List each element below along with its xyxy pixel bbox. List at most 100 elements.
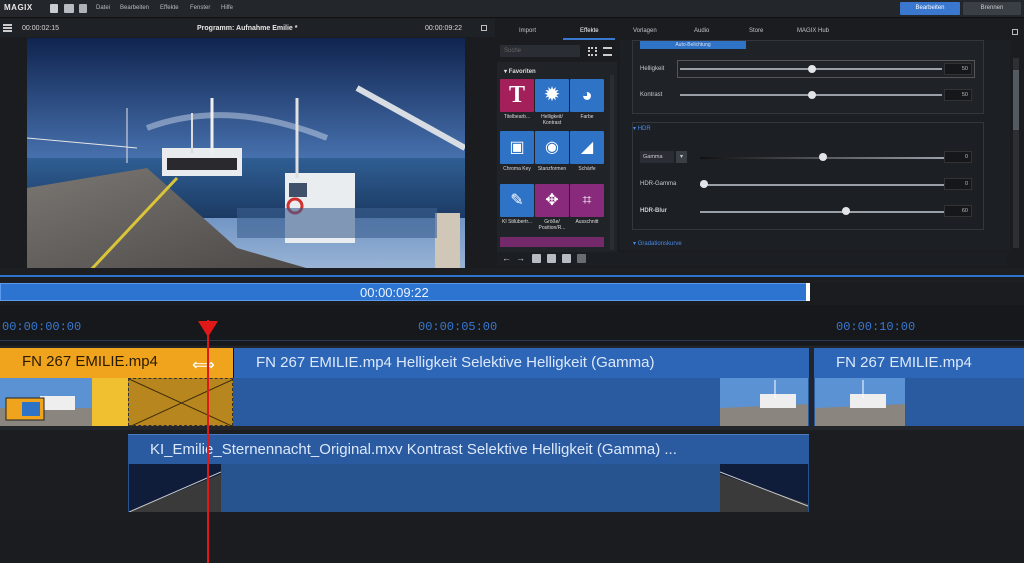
clip1-fade-zone bbox=[92, 378, 128, 426]
save-icon[interactable] bbox=[79, 4, 87, 13]
hdr-gamma-knob[interactable] bbox=[700, 180, 708, 188]
effect-chroma-key[interactable]: ▣ Chroma Key bbox=[500, 131, 534, 179]
menu-bar bbox=[0, 0, 1024, 18]
effect-title-edit[interactable]: T Titelbearb... bbox=[500, 79, 534, 127]
grid-view-icon[interactable] bbox=[588, 47, 597, 56]
clip2-thumbnail bbox=[720, 378, 808, 426]
chevron-down-icon[interactable]: ▾ bbox=[676, 151, 687, 163]
gamma-select[interactable]: Gamma bbox=[640, 151, 674, 163]
effect-color[interactable]: ◕ Farbe bbox=[570, 79, 604, 127]
menu-bearbeiten[interactable]: Bearbeiten bbox=[120, 5, 149, 11]
tab-effekte[interactable]: Effekte bbox=[580, 28, 599, 34]
kontrast-knob[interactable] bbox=[808, 91, 816, 99]
tab-magix-hub[interactable]: MAGIX Hub bbox=[797, 28, 829, 34]
ruler-label-5: 00:00:05:00 bbox=[418, 320, 498, 334]
maximize-panel-icon[interactable] bbox=[1012, 29, 1018, 35]
effect-label: Schärfe bbox=[578, 166, 596, 172]
curve-title: Gradationskurve bbox=[637, 241, 682, 247]
effect-label: Stanzformen bbox=[537, 166, 567, 172]
effect-crop[interactable]: ⌗ Ausschnitt bbox=[570, 184, 604, 232]
hamburger-menu-icon[interactable] bbox=[3, 24, 12, 32]
arrow-left-icon[interactable]: ← bbox=[502, 254, 511, 263]
arrow-right-icon[interactable]: → bbox=[516, 254, 525, 263]
chroma-key-icon: ▣ bbox=[500, 131, 534, 164]
curve-section-header[interactable]: ▾ Gradationskurve bbox=[633, 240, 682, 247]
range-timecode: 00:00:09:22 bbox=[360, 285, 429, 300]
total-timecode: 00:00:09:22 bbox=[425, 25, 462, 32]
playhead-line[interactable] bbox=[207, 320, 209, 563]
clip3-thumbnail bbox=[815, 378, 905, 426]
hdr-blur-knob[interactable] bbox=[842, 207, 850, 215]
tab-vorlagen[interactable]: Vorlagen bbox=[633, 28, 657, 34]
effects-scrollbar[interactable] bbox=[610, 75, 614, 250]
menu-hilfe[interactable]: Hilfe bbox=[221, 5, 233, 11]
trim-cursor-icon: ⟺ bbox=[192, 357, 215, 374]
helligkeit-knob[interactable] bbox=[808, 65, 816, 73]
list-view-icon[interactable] bbox=[603, 47, 612, 56]
tab-store[interactable]: Store bbox=[749, 28, 763, 34]
sharpen-icon: ◢ bbox=[570, 131, 604, 164]
tab-import[interactable]: Import bbox=[519, 28, 536, 34]
menu-datei[interactable]: Datei bbox=[96, 5, 110, 11]
effects-search-input[interactable]: Suche bbox=[500, 45, 580, 57]
hdr-gamma-slider[interactable] bbox=[700, 184, 944, 186]
settings-scroll-thumb[interactable] bbox=[1013, 70, 1019, 130]
copy-icon[interactable] bbox=[562, 254, 571, 263]
app-logo: MAGIX bbox=[4, 3, 33, 12]
favorites-label: Favoriten bbox=[508, 69, 536, 75]
track2-clip-title-bar[interactable]: KI_Emilie_Sternennacht_Original.mxv Kont… bbox=[128, 434, 809, 464]
eye-icon: ◉ bbox=[535, 131, 569, 164]
hdr-blur-value[interactable]: 60 bbox=[944, 205, 972, 217]
track2-thumbnail-end bbox=[720, 464, 808, 512]
hdr-group bbox=[632, 122, 984, 230]
kontrast-value[interactable]: 50 bbox=[944, 89, 972, 101]
menu-fenster[interactable]: Fenster bbox=[190, 5, 210, 11]
clip3-title-bar[interactable]: FN 267 EMILIE.mp4 bbox=[814, 348, 1024, 378]
gamma-knob[interactable] bbox=[819, 153, 827, 161]
burn-mode-button[interactable]: Brennen bbox=[963, 2, 1021, 15]
current-timecode: 00:00:02:15 bbox=[22, 25, 59, 32]
effect-brightness-contrast[interactable]: ✹ Helligkeit/ Kontrast bbox=[535, 79, 569, 127]
effect-sharpen[interactable]: ◢ Schärfe bbox=[570, 131, 604, 179]
paste-icon[interactable] bbox=[577, 254, 586, 263]
helligkeit-value[interactable]: 50 bbox=[944, 63, 972, 75]
program-title: Programm: Aufnahme Emilie * bbox=[197, 25, 298, 32]
clip2-title-bar[interactable]: FN 267 EMILIE.mp4 Helligkeit Selektive H… bbox=[233, 348, 809, 378]
new-file-icon[interactable] bbox=[50, 4, 58, 13]
tab-audio[interactable]: Audio bbox=[694, 28, 709, 34]
clip1-thumbnail[interactable] bbox=[0, 378, 92, 426]
clip1-transition[interactable] bbox=[128, 378, 235, 428]
ruler-baseline bbox=[0, 340, 1024, 341]
auto-exposure-button[interactable]: Auto-Belichtung bbox=[640, 41, 746, 49]
crop-icon: ⌗ bbox=[570, 184, 604, 217]
delete-icon[interactable] bbox=[547, 254, 556, 263]
hdr-gamma-value[interactable]: 0 bbox=[944, 178, 972, 190]
clip3-thumb-image bbox=[815, 378, 905, 426]
style-brush-icon: ✎ bbox=[500, 184, 534, 217]
maximize-preview-icon[interactable] bbox=[481, 25, 487, 31]
kontrast-label: Kontrast bbox=[640, 92, 663, 98]
effect-label: Titelbearb... bbox=[503, 114, 531, 120]
effect-masks[interactable]: ◉ Stanzformen bbox=[535, 131, 569, 179]
menu-effekte[interactable]: Effekte bbox=[160, 5, 179, 11]
video-preview[interactable] bbox=[27, 38, 465, 274]
open-folder-icon[interactable] bbox=[64, 4, 74, 13]
clip1-label: FN 267 EMILIE.mp4 bbox=[22, 353, 158, 370]
effects-toolbar bbox=[497, 252, 1007, 266]
edit-mode-button[interactable]: Bearbeiten bbox=[900, 2, 960, 15]
favorites-header[interactable]: ▾ Favoriten bbox=[504, 68, 536, 75]
effect-label: Chroma Key bbox=[503, 166, 531, 172]
overview-line bbox=[0, 275, 1024, 277]
effect-label: Ausschnitt bbox=[575, 219, 599, 225]
hdr-blur-slider[interactable] bbox=[700, 211, 944, 213]
range-end-marker[interactable] bbox=[806, 283, 810, 301]
brightness-sun-icon: ✹ bbox=[535, 79, 569, 112]
gamma-value[interactable]: 0 bbox=[944, 151, 972, 163]
clip1-thumb-image bbox=[0, 378, 92, 426]
effect-size-position[interactable]: ✥ Größe/ Position/R... bbox=[535, 184, 569, 232]
effect-ai-style[interactable]: ✎ KI Stilübertr... bbox=[500, 184, 534, 232]
tag-icon[interactable] bbox=[532, 254, 541, 263]
more-effects-row[interactable] bbox=[500, 237, 604, 247]
hdr-blur-label: HDR-Blur bbox=[640, 208, 667, 214]
effect-label: Größe/ Position/R... bbox=[538, 219, 566, 231]
